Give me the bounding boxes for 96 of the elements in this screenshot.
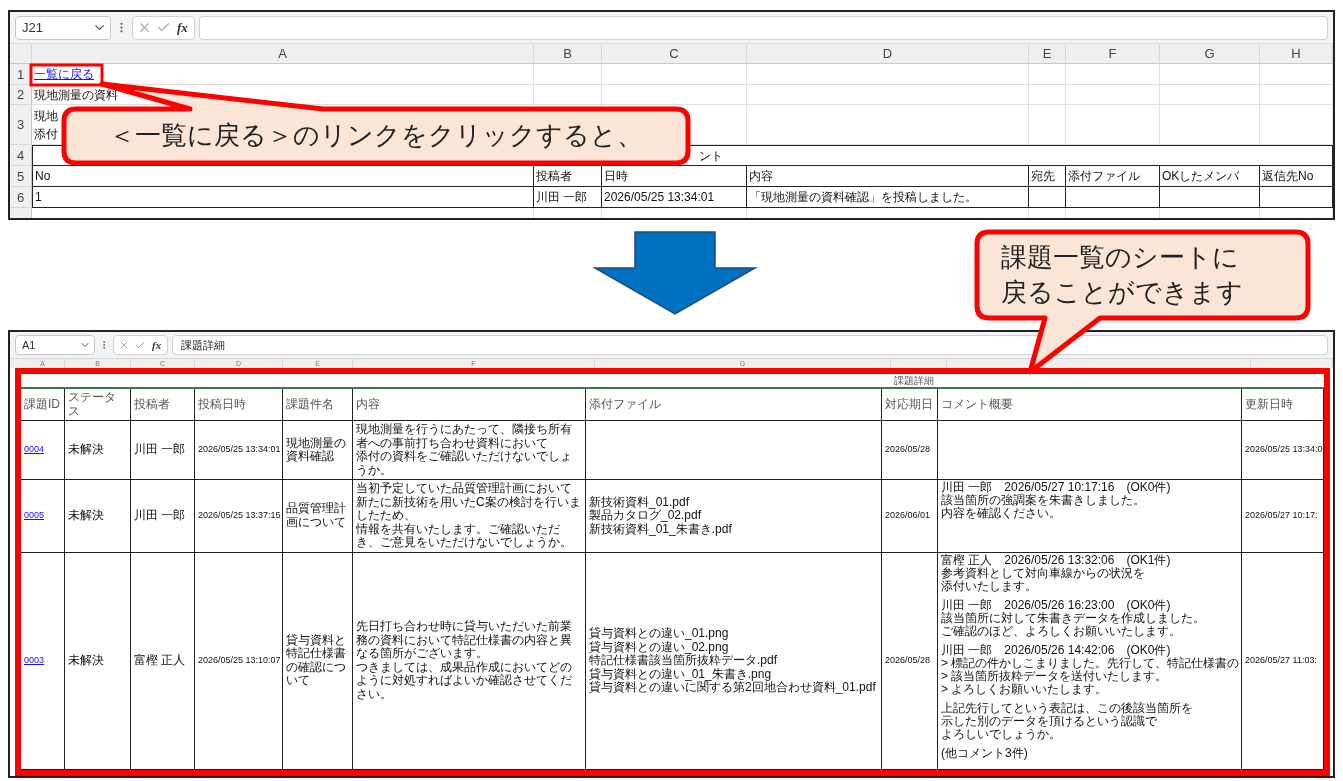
callout-text: 課題一覧のシートに戻ることができます	[1001, 240, 1244, 309]
row-header[interactable]: 5	[10, 166, 32, 187]
comment-text: 川田 一郎 2026/05/26 14:42:06 (OK0件) > 標記の件かしこまりました。先行して、特記仕様書の > 該当箇所抜粋データを送付いたします。 > よろしくお願いいたします。	[941, 643, 1240, 696]
table-cell: 貸与資料と特記仕様書の確認について	[283, 552, 353, 770]
column-header[interactable]: B	[534, 44, 602, 64]
column-header[interactable]: A	[32, 44, 534, 64]
grid-cell	[1029, 85, 1066, 105]
comment-text: (他コメント3件)	[941, 746, 1028, 760]
row-header[interactable]: 2	[10, 85, 32, 105]
cell-text: 現地測量の資料	[34, 86, 118, 104]
column-heading: 返信先No	[1262, 168, 1314, 185]
column-heading: 日時	[604, 168, 628, 185]
cell-text: 「現地測量の資料確認」を投稿しました。	[749, 189, 977, 206]
formula-field[interactable]	[198, 15, 1328, 40]
insert-function-button[interactable]: fx	[175, 19, 190, 36]
table-cell: 未解決	[65, 480, 131, 553]
column-heading: 更新日時	[1242, 389, 1324, 421]
file-name: 貸与資料との違い_01.png	[589, 627, 729, 641]
column-header[interactable]: H	[1260, 44, 1333, 64]
column-header[interactable]: C	[602, 44, 747, 64]
table-cell: 品質管理計画について	[283, 480, 353, 553]
cancel-icon[interactable]	[118, 339, 130, 351]
content-text: 先日打ち合わせ時に貸与いただいた前業務の資料において特記仕様書の内容と異なる箇所がございます。 つきましては、成果品作成においてどのように対処すればよいか確認させてください。	[356, 620, 573, 702]
column-header[interactable]: E	[1029, 44, 1066, 64]
table-cell: 現地測量の資料確認	[283, 421, 353, 480]
table-cell: 2026/05/28	[882, 421, 938, 480]
file-name: 貸与資料との違い_01_朱書き.png	[589, 667, 772, 681]
column-header[interactable]: D	[747, 44, 1029, 64]
issue-link[interactable]: 0005	[24, 509, 45, 523]
table-cell: 2026/05/25 13:37:15	[195, 480, 283, 553]
file-name: 新技術資料_01.pdf	[589, 495, 690, 509]
cell-text: 川田 一郎	[536, 189, 588, 206]
column-heading: 宛先	[1031, 168, 1055, 185]
table-cell: 富樫 正人	[131, 552, 195, 770]
column-header[interactable]: F	[1066, 44, 1160, 64]
table-cell: 2026/05/25 13:34:0	[1242, 421, 1324, 480]
column-heading: 添付ファイル	[586, 389, 882, 421]
table-cell: 未解決	[65, 421, 131, 480]
column-header[interactable]: G	[1160, 44, 1260, 64]
cell-text: 添付	[34, 125, 58, 143]
comment-text: 富樫 正人 2026/05/26 13:32:06 (OK1件) 参考資料として対向車線からの状況を 添付いたします。	[941, 553, 1171, 593]
row-header[interactable]: 1	[10, 64, 32, 85]
row-header[interactable]: 6	[10, 187, 32, 208]
formula-field[interactable]: 課題詳細	[172, 335, 1328, 355]
table-cell: 2026/05/28	[882, 552, 938, 770]
table-cell: 2026/05/27 11:03:	[1242, 552, 1324, 770]
comment-text: 川田 一郎 2026/05/27 10:17:16 (OK0件) 該当箇所の強調案を朱書きしました。 内容を確認ください。	[941, 481, 1171, 520]
column-heading: 内容	[353, 389, 586, 421]
cell-text: 1	[35, 189, 42, 206]
table-cell: 2026/05/27 10:17:	[1242, 480, 1324, 553]
cancel-icon[interactable]	[137, 20, 152, 35]
sheet-title: 課題詳細	[894, 374, 934, 387]
row-header[interactable]: 4	[10, 145, 32, 166]
table-cell: 2026/05/25 13:34:01	[195, 421, 283, 480]
column-heading: 課題件名	[283, 389, 353, 421]
file-name: 特記仕様書該当箇所抜粋データ.pdf	[589, 654, 777, 668]
insert-function-button[interactable]: fx	[150, 339, 164, 351]
table-cell: 2026/05/25 13:10:07	[195, 552, 283, 770]
column-heading: 対応期日	[882, 389, 938, 421]
content-text: 現地測量を行うにあたって、隣接ち所有者への事前打ち合わせ資料において 添付の資料をご確認いただけないでしょうか。	[356, 423, 573, 477]
column-heading: 内容	[749, 168, 773, 185]
section-title: ント	[699, 147, 723, 165]
table-cell: 2026/06/01	[882, 480, 938, 553]
file-name: 新技術資料_01_朱書き.pdf	[589, 522, 732, 536]
file-name: 製品カタログ_02.pdf	[589, 509, 702, 522]
table-cell: 川田 一郎	[131, 480, 195, 553]
row-header[interactable]: 3	[10, 105, 32, 145]
column-heading: No	[35, 168, 51, 185]
comment-text: 上記先行してという表記は、この後該当箇所を 示した別のデータを頂けるという認識で よろしいでしょうか。	[941, 701, 1193, 741]
column-heading: 投稿日時	[195, 389, 283, 421]
column-heading: 添付ファイル	[1068, 168, 1140, 185]
column-heading: 投稿者	[536, 168, 572, 185]
callout-text: ＜一覧に戻る＞のリンクをクリックすると、	[109, 119, 643, 153]
row-header[interactable]	[10, 208, 32, 218]
name-box[interactable]: J21	[15, 15, 111, 40]
file-name: 貸与資料との違いに関する第2回地合わせ資料_01.pdf	[589, 681, 876, 695]
issue-link[interactable]: 0003	[24, 654, 45, 668]
back-link[interactable]: 一覧に戻る	[34, 65, 94, 83]
grid-cell	[1029, 64, 1066, 85]
issue-link[interactable]: 0004	[24, 443, 45, 457]
content-text: 当初予定していた品質管理計画において新たに新技術を用いたC案の検討を行いましたため、 情報を共有いたします。ご確認いただき、ご意見をいただけないでしょうか。	[356, 482, 582, 550]
table-cell: 未解決	[65, 552, 131, 770]
cell-text: 現地	[34, 107, 58, 125]
check-icon[interactable]	[134, 339, 146, 351]
column-heading: ステータス	[65, 389, 131, 421]
column-heading: 課題ID	[21, 389, 65, 421]
cell-text: 2026/05/25 13:34:01	[604, 189, 715, 206]
file-name: 貸与資料との違い_02.png	[589, 640, 729, 654]
comment-text: 川田 一郎 2026/05/26 16:23:00 (OK0件) 該当箇所に対して朱書きデータを作成しました。 ご確認のほど、よろしくお願いいたします。	[941, 598, 1205, 638]
grid-cell	[1029, 105, 1066, 145]
column-heading: コメント概要	[938, 389, 1242, 421]
column-heading: OKしたメンバ	[1162, 168, 1240, 185]
table-cell: 川田 一郎	[131, 421, 195, 480]
select-all-corner[interactable]	[10, 44, 32, 64]
name-box[interactable]: A1	[15, 335, 95, 355]
column-heading: 投稿者	[131, 389, 195, 421]
